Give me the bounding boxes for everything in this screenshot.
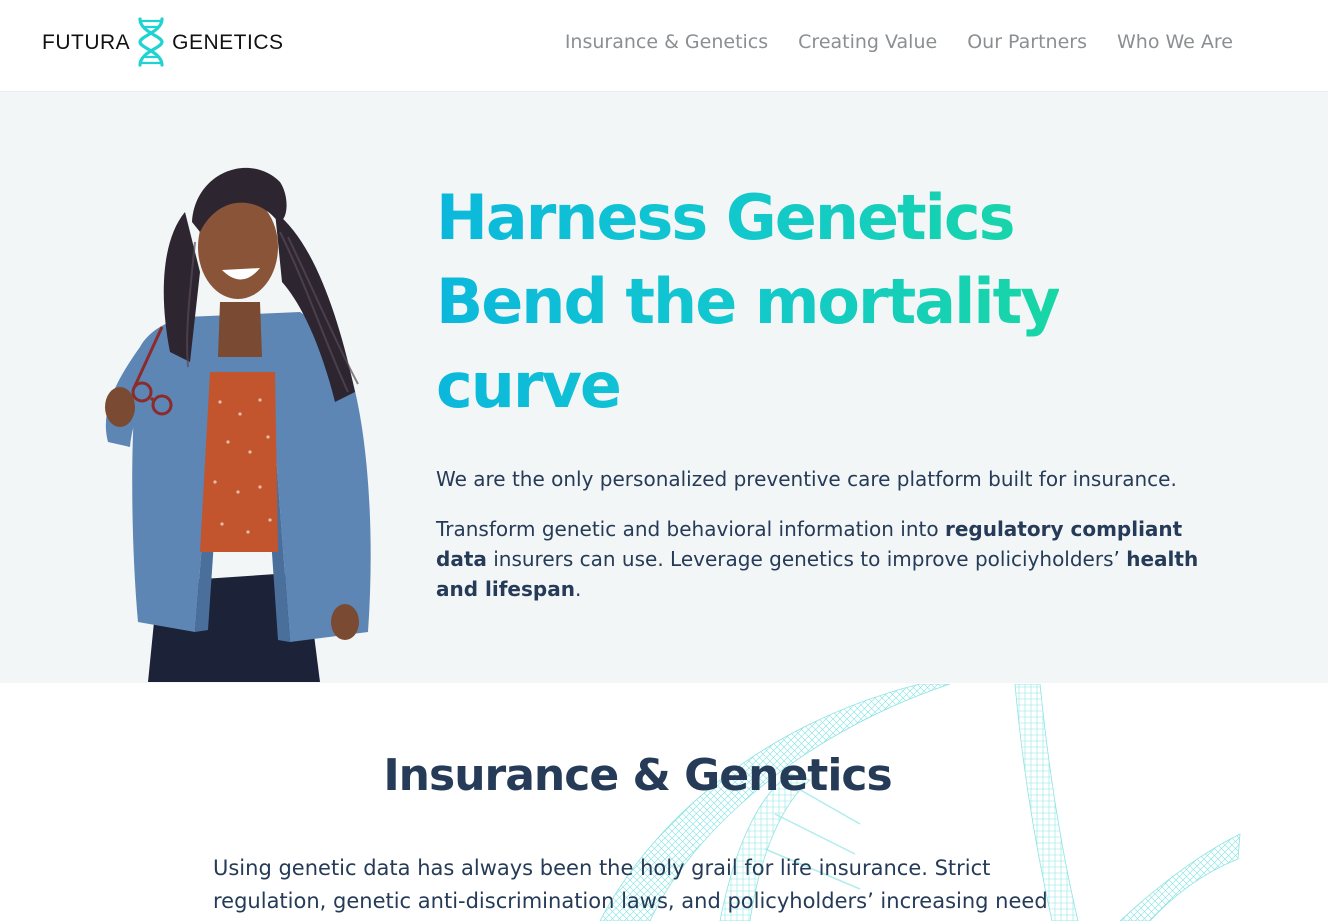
- hero-intro: We are the only personalized preventive …: [436, 467, 1177, 491]
- hero-person-photo: [105, 167, 371, 682]
- hero-section: Harness Genetics Bend the mortality curv…: [0, 92, 1328, 683]
- hero-body-part-1: Transform genetic and behavioral informa…: [436, 517, 945, 541]
- nav-who-we-are[interactable]: Who We Are: [1117, 28, 1233, 56]
- hero-body-part-3: .: [574, 577, 582, 601]
- insurance-genetics-section: Insurance & Genetics Using genetic data …: [0, 684, 1328, 921]
- hero-body: Transform genetic and behavioral informa…: [436, 514, 1236, 604]
- nav-insurance-genetics[interactable]: Insurance & Genetics: [565, 28, 768, 56]
- hero-headline: Harness Genetics Bend the mortality curv…: [436, 176, 1059, 428]
- dna-icon: [138, 17, 164, 67]
- headline-line-3: curve: [436, 349, 620, 422]
- main-nav: Insurance & Genetics Creating Value Our …: [565, 28, 1233, 56]
- brand-logo[interactable]: FUTURA GENETICS: [42, 16, 284, 68]
- headline-line-1: Harness Genetics: [436, 181, 1014, 254]
- hero-body-part-2: insurers can use. Leverage genetics to i…: [486, 547, 1127, 571]
- nav-our-partners[interactable]: Our Partners: [967, 28, 1087, 56]
- section-title: Insurance & Genetics: [383, 750, 892, 801]
- section-body: Using genetic data has always been the h…: [213, 856, 1048, 913]
- headline-line-2: Bend the mortality: [436, 265, 1059, 338]
- logo-word-left: FUTURA: [42, 30, 131, 54]
- nav-creating-value[interactable]: Creating Value: [798, 28, 937, 56]
- logo-word-right: GENETICS: [172, 30, 284, 54]
- site-header: FUTURA GENETICS Insurance & Genetics Cre…: [0, 0, 1328, 92]
